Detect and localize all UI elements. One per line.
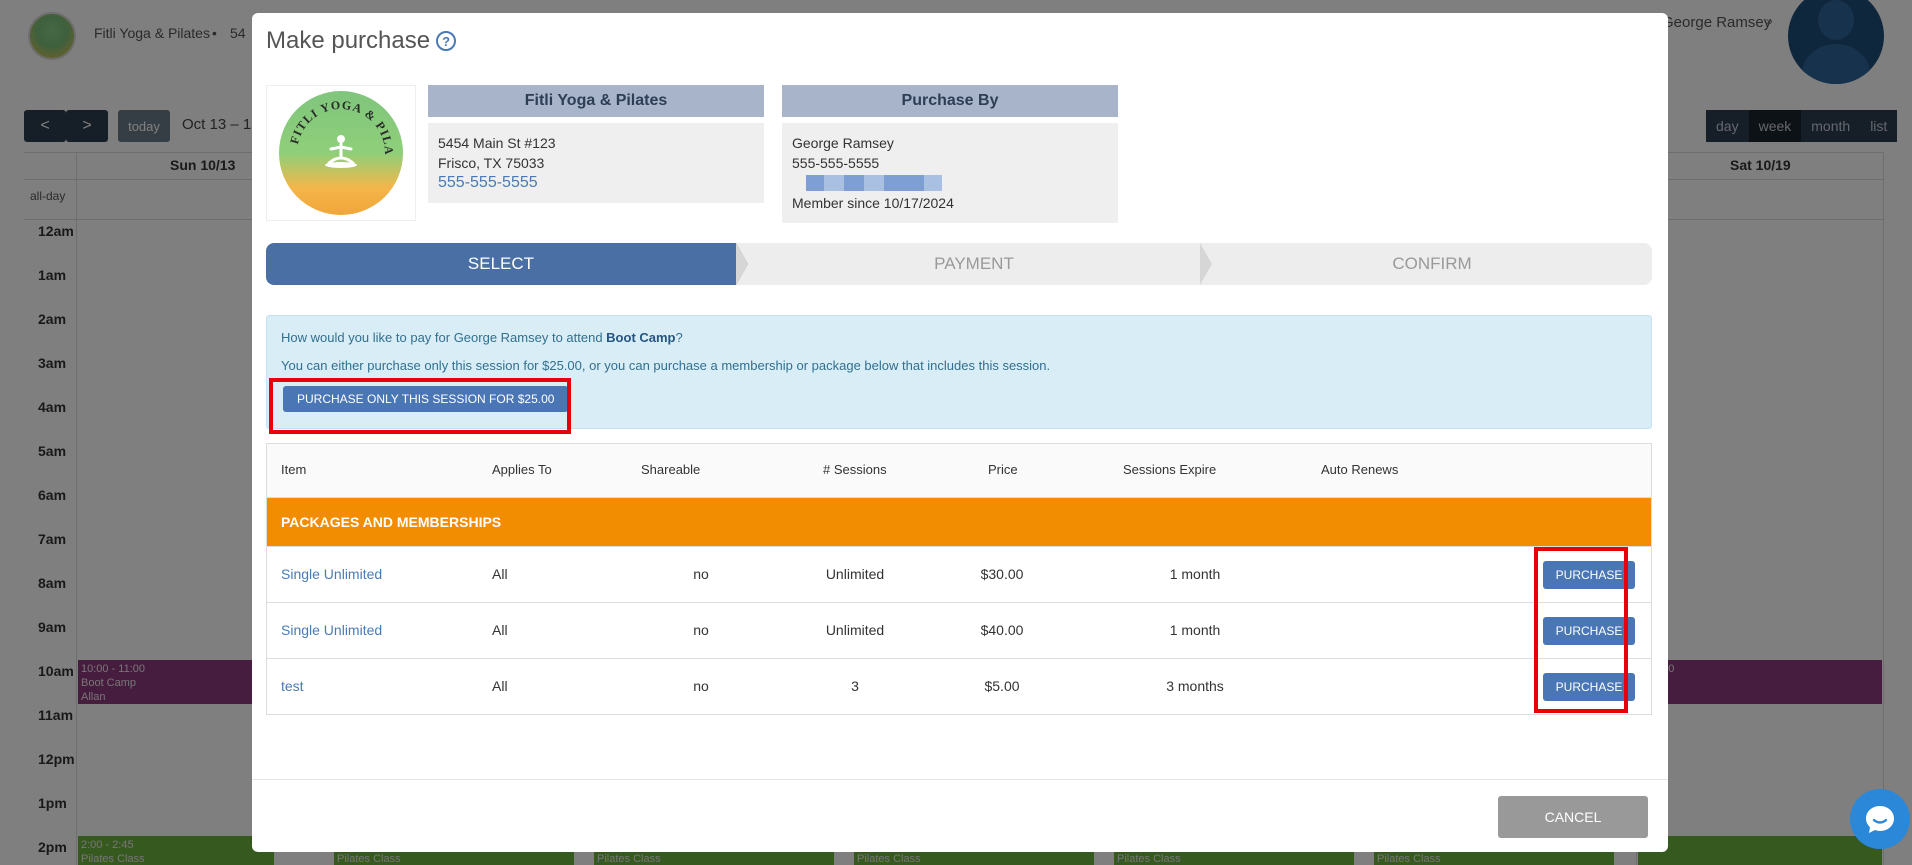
studio-info-body: 5454 Main St #123 Frisco, TX 75033 555-5… [428, 123, 764, 203]
member-since: Member since 10/17/2024 [792, 195, 954, 211]
logo-ring-text: FITLI YOGA & PILATES [279, 91, 395, 155]
row-shareable: no [693, 622, 709, 638]
col-applies-to: Applies To [492, 462, 552, 477]
row-applies: All [492, 566, 508, 582]
modal-footer: CANCEL [252, 779, 1668, 852]
studio-info-header: Fitli Yoga & Pilates [428, 85, 764, 117]
notice-question-suffix: ? [675, 330, 683, 345]
col-price: Price [988, 462, 1018, 477]
col-auto-renews: Auto Renews [1321, 462, 1399, 477]
step-separator [1200, 243, 1212, 285]
packages-table: Item Applies To Shareable # Sessions Pri… [266, 443, 1652, 715]
row-shareable: no [693, 678, 709, 694]
row-sessions: 3 [851, 678, 859, 694]
step-select: SELECT [266, 243, 736, 285]
chat-icon [1866, 806, 1894, 833]
col-item: Item [281, 462, 307, 477]
purchaser-phone: 555-555-5555 [792, 155, 880, 171]
modal-title-text: Make purchase [266, 27, 431, 54]
studio-info-card: Fitli Yoga & Pilates 5454 Main St #123 F… [428, 85, 764, 203]
row-item-link[interactable]: Single Unlimited [281, 566, 382, 582]
col-shareable: Shareable [641, 462, 701, 477]
checkout-stepper: SELECT PAYMENT CONFIRM [266, 243, 1652, 285]
row-item-link[interactable]: Single Unlimited [281, 622, 382, 638]
make-purchase-modal: Make purchase ? FITLI YOGA & PILATES Fit… [252, 13, 1668, 852]
table-row: test All no 3 $5.00 3 months PURCHASE [267, 658, 1651, 714]
row-expire: 1 month [1169, 566, 1221, 582]
purchaser-info-header: Purchase By [782, 85, 1118, 117]
svg-text:FITLI YOGA & PILATES: FITLI YOGA & PILATES [279, 91, 396, 155]
step-confirm: CONFIRM [1392, 254, 1472, 273]
notice-question-prefix: How would you like to pay for George Ram… [281, 330, 607, 345]
table-row: Single Unlimited All no Unlimited $30.00… [267, 546, 1651, 602]
step-separator [736, 243, 748, 285]
studio-logo: FITLI YOGA & PILATES [266, 85, 416, 221]
notice-explanation: You can either purchase only this sessio… [281, 358, 1051, 373]
highlight-box-session [269, 378, 571, 434]
col-sessions-expire: Sessions Expire [1123, 462, 1217, 477]
help-icon[interactable]: ? [436, 31, 457, 51]
cancel-button[interactable]: CANCEL [1498, 796, 1648, 838]
notice-question: How would you like to pay for George Ram… [281, 330, 683, 345]
row-sessions: Unlimited [825, 566, 885, 582]
studio-address-line1: 5454 Main St #123 [438, 135, 556, 151]
purchaser-name: George Ramsey [792, 135, 894, 151]
member-barcode [806, 175, 1108, 191]
row-price: $40.00 [980, 622, 1024, 638]
row-applies: All [492, 678, 508, 694]
row-shareable: no [693, 566, 709, 582]
purchaser-info-body: George Ramsey 555-555-5555 Member since … [782, 123, 1118, 223]
studio-logo-circle: FITLI YOGA & PILATES [279, 91, 403, 215]
row-price: $30.00 [980, 566, 1024, 582]
purchaser-info-card: Purchase By George Ramsey 555-555-5555 M… [782, 85, 1118, 223]
highlight-box-purchase-buttons [1534, 547, 1628, 713]
table-row: Single Unlimited All no Unlimited $40.00… [267, 602, 1651, 658]
notice-class-name: Boot Camp [606, 330, 676, 345]
section-packages-memberships: PACKAGES AND MEMBERSHIPS [267, 498, 1651, 546]
chat-launcher[interactable] [1850, 789, 1910, 849]
modal-title: Make purchase ? [266, 27, 457, 55]
row-sessions: Unlimited [825, 622, 885, 638]
row-expire: 3 months [1166, 678, 1224, 694]
table-header: Item Applies To Shareable # Sessions Pri… [267, 444, 1651, 498]
row-applies: All [492, 622, 508, 638]
row-item-link[interactable]: test [281, 678, 304, 694]
row-price: $5.00 [984, 678, 1020, 694]
col-sessions: # Sessions [823, 462, 887, 477]
step-payment: PAYMENT [934, 254, 1014, 273]
studio-address-line2: Frisco, TX 75033 [438, 155, 545, 171]
row-expire: 1 month [1169, 622, 1221, 638]
studio-phone-link[interactable]: 555-555-5555 [438, 173, 754, 193]
studio-logo-graphic: FITLI YOGA & PILATES [279, 91, 396, 168]
